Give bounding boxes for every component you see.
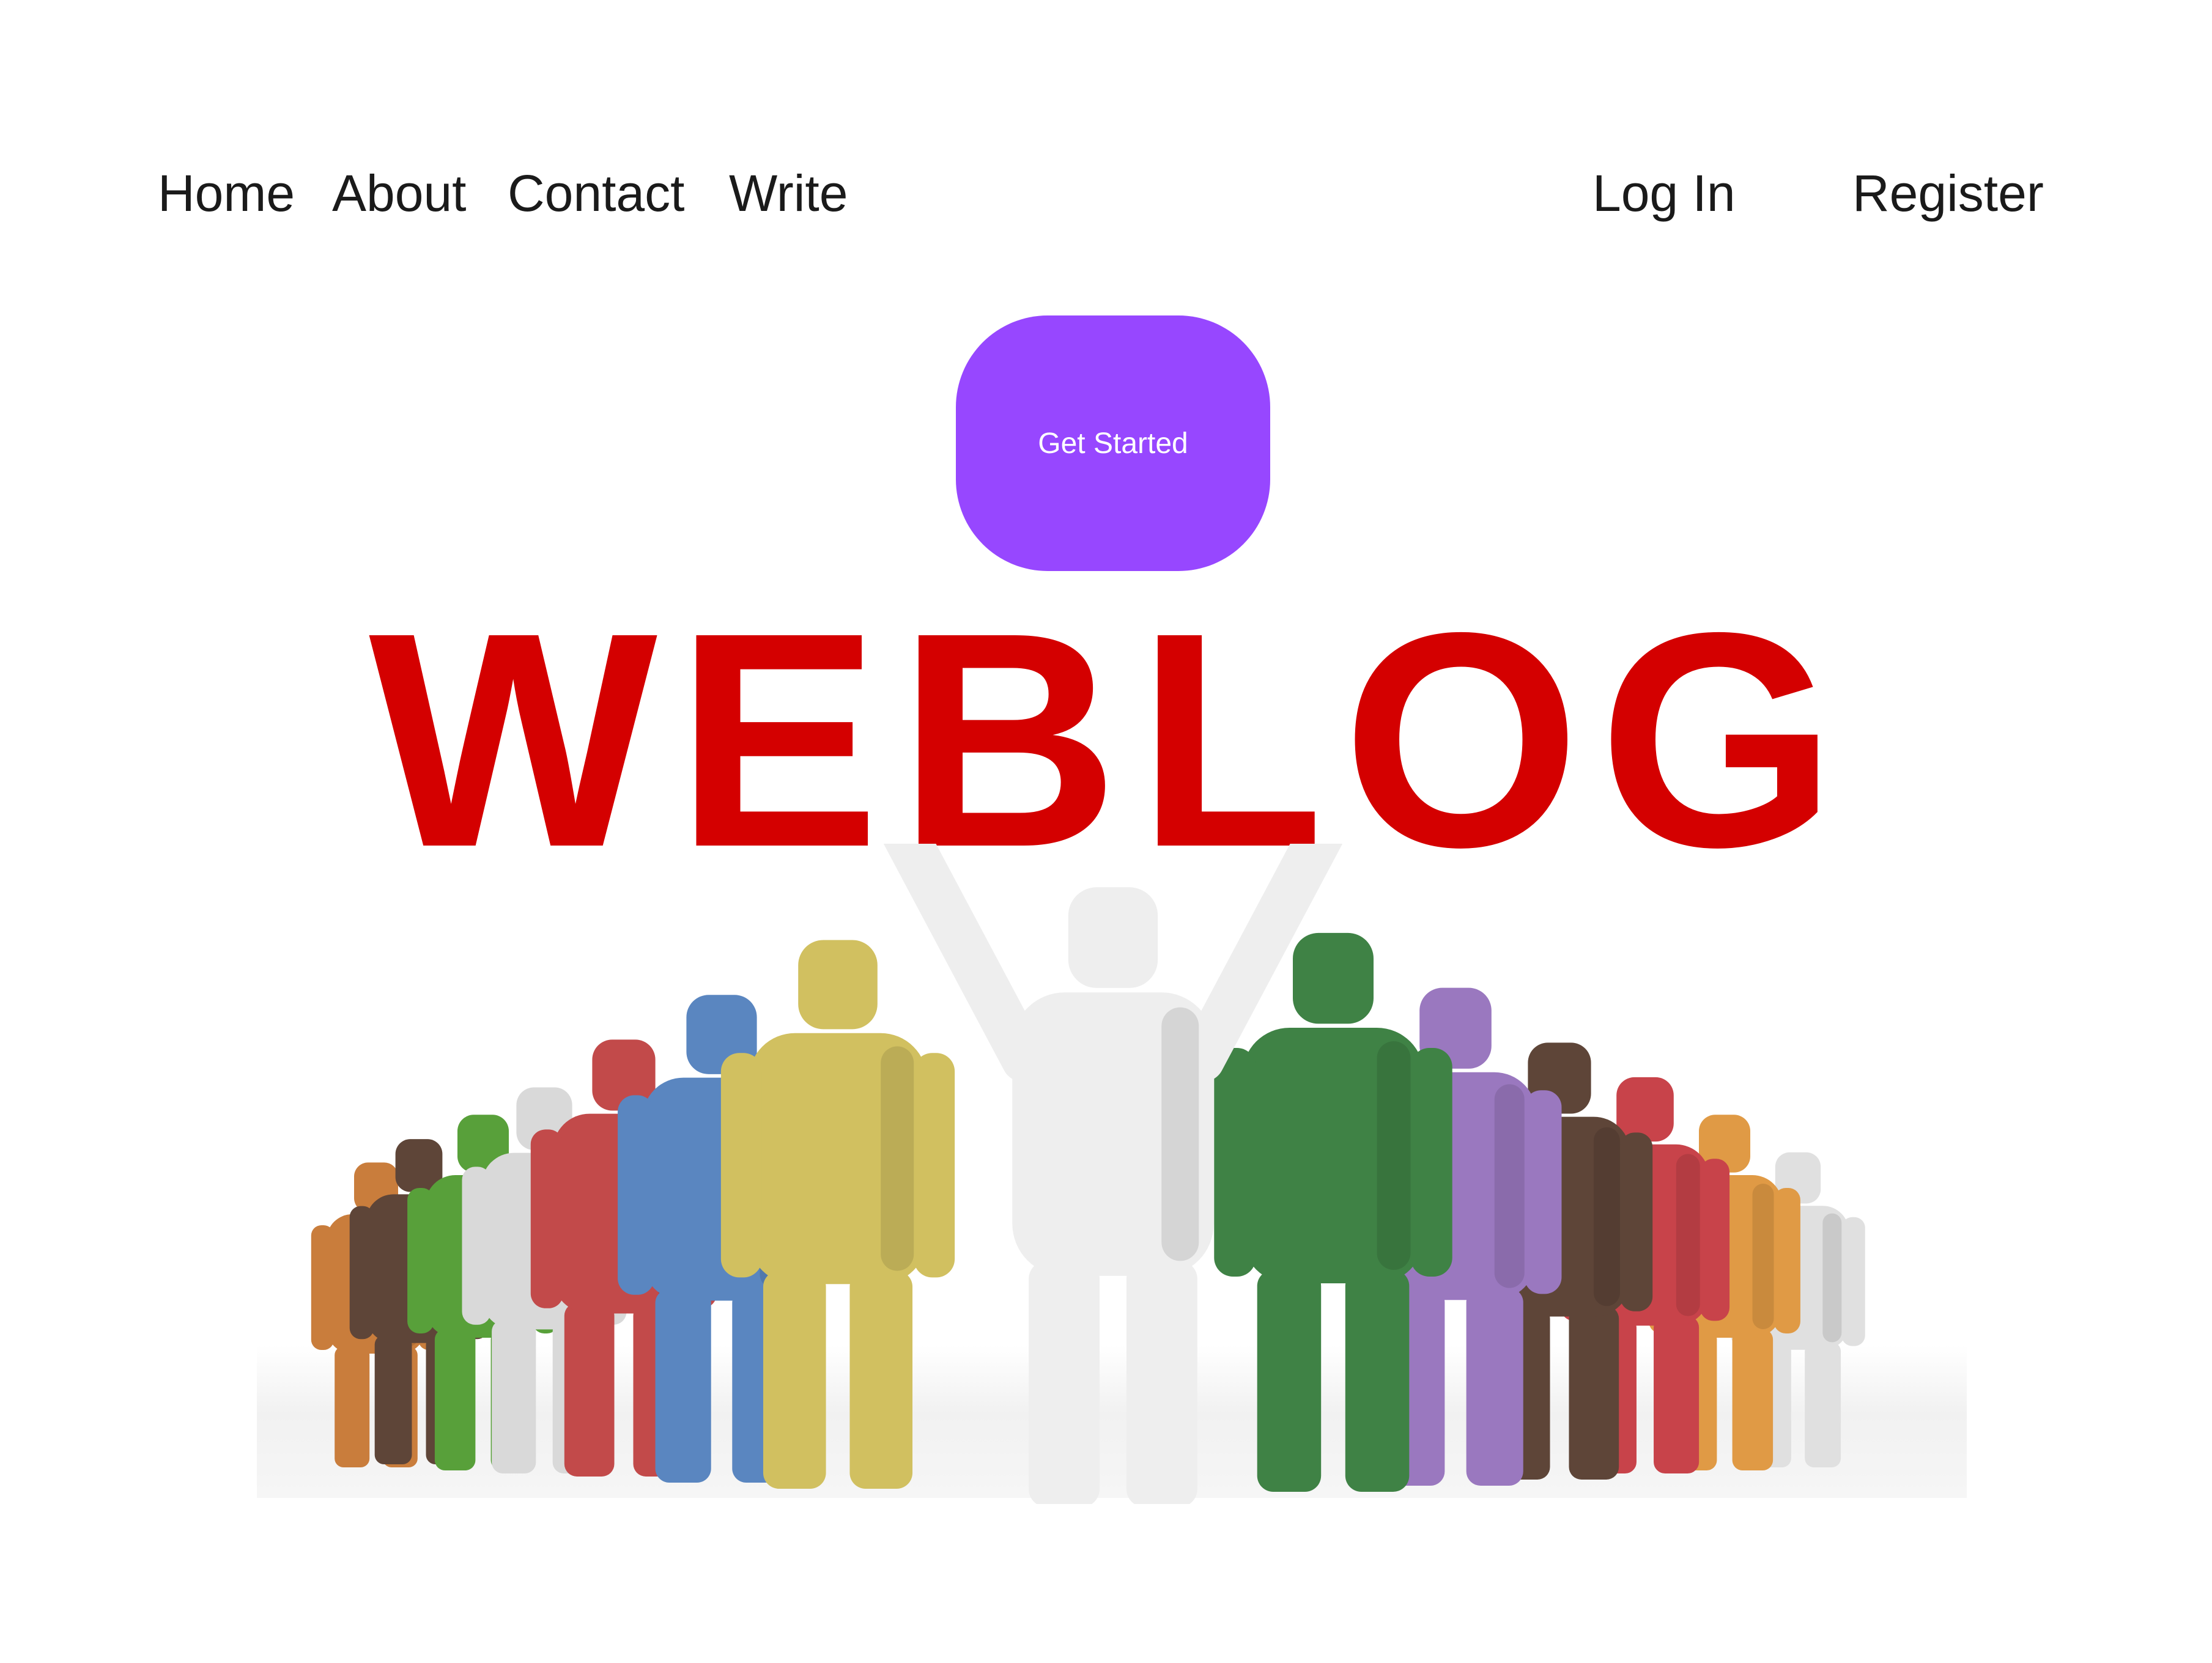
nav-login-link[interactable]: Log In: [1592, 163, 1736, 224]
nav-contact-link[interactable]: Contact: [508, 163, 685, 224]
nav-register-link[interactable]: Register: [1852, 163, 2044, 224]
crowd-illustration: [311, 844, 1865, 1504]
nav-about-link[interactable]: About: [332, 163, 467, 224]
hero-title: WEBLOG: [369, 569, 1855, 910]
nav-write-link[interactable]: Write: [729, 163, 848, 224]
hero-image: WEBLOG: [257, 587, 1967, 1519]
get-started-button[interactable]: Get Started: [956, 315, 1270, 571]
nav-home-link[interactable]: Home: [158, 163, 295, 224]
